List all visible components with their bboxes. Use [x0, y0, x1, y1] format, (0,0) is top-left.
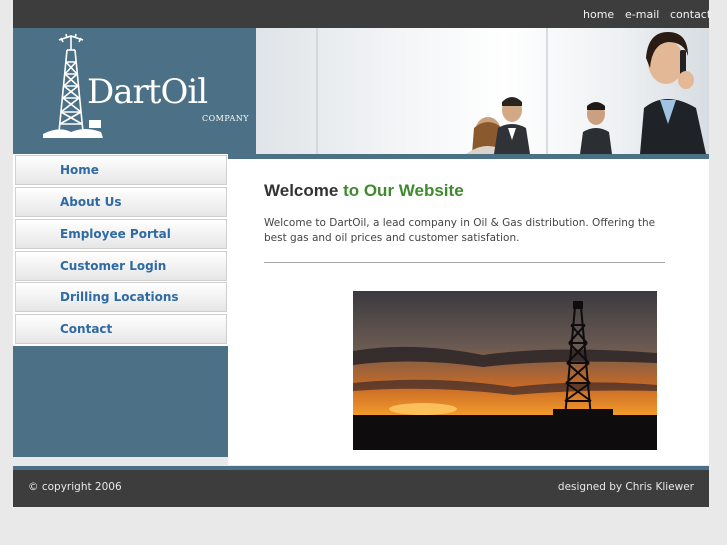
- sidebar-item-label: Contact: [60, 322, 113, 336]
- sidebar-item-about-us[interactable]: About Us: [15, 187, 227, 217]
- copyright-text: © copyright 2006: [28, 481, 122, 493]
- banner-photo: [256, 28, 709, 154]
- top-nav-home-link[interactable]: home: [583, 8, 614, 21]
- main-content: Welcome to Our Website Welcome to DartOi…: [228, 159, 709, 465]
- business-people-illustration: [316, 28, 706, 154]
- logo-subtitle: COMPANY: [202, 114, 250, 123]
- sidebar-item-label: Employee Portal: [60, 227, 171, 241]
- page-title: Welcome to Our Website: [264, 181, 464, 201]
- page-title-part1: Welcome: [264, 181, 339, 200]
- sidebar-item-label: About Us: [60, 195, 122, 209]
- header-banner: DartOil COMPANY: [13, 28, 709, 154]
- sidebar: Home About Us Employee Portal Customer L…: [13, 154, 228, 457]
- logo-panel[interactable]: DartOil COMPANY: [13, 28, 256, 154]
- logo-text: DartOil: [87, 72, 208, 112]
- sidebar-item-contact[interactable]: Contact: [15, 314, 227, 344]
- sidebar-item-customer-login[interactable]: Customer Login: [15, 251, 227, 281]
- divider: [264, 262, 665, 263]
- sidebar-item-label: Home: [60, 163, 99, 177]
- sidebar-nav: Home About Us Employee Portal Customer L…: [13, 154, 228, 346]
- sidebar-item-drilling-locations[interactable]: Drilling Locations: [15, 282, 227, 312]
- sidebar-item-label: Customer Login: [60, 259, 167, 273]
- intro-paragraph: Welcome to DartOil, a lead company in Oi…: [264, 217, 656, 244]
- page-title-part2: to Our Website: [343, 181, 464, 200]
- oil-rig-sunset-image: [353, 291, 657, 450]
- sidebar-item-home[interactable]: Home: [15, 155, 227, 185]
- top-nav-email-link[interactable]: e-mail: [625, 8, 659, 21]
- sidebar-item-employee-portal[interactable]: Employee Portal: [15, 219, 227, 249]
- designer-credit: designed by Chris Kliewer: [557, 481, 694, 493]
- top-nav-bar: home e-mail contact: [13, 0, 711, 28]
- footer: © copyright 2006 designed by Chris Kliew…: [13, 470, 709, 507]
- top-nav-contact-link[interactable]: contact: [670, 8, 711, 21]
- oil-rig-sunset-illustration: [353, 291, 657, 450]
- sidebar-item-label: Drilling Locations: [60, 290, 179, 304]
